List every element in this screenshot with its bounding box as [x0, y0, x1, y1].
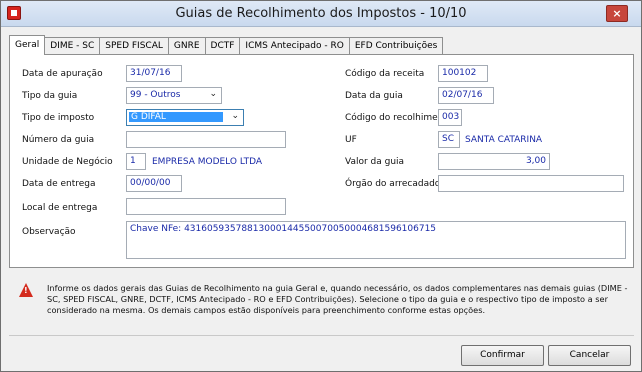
- numero-guia-label: Número da guia: [22, 135, 95, 145]
- tab-gnre[interactable]: GNRE: [167, 37, 206, 55]
- data-guia-label: Data da guia: [345, 91, 403, 101]
- unidade-negocio-name: EMPRESA MODELO LTDA: [152, 157, 263, 167]
- data-entrega-field[interactable]: 00/00/00: [126, 175, 182, 192]
- window-title: Guias de Recolhimento dos Impostos - 10/…: [175, 6, 467, 21]
- codigo-receita-field[interactable]: 100102: [438, 65, 488, 82]
- orgao-arrecadador-label: Órgão do arrecadador: [345, 179, 445, 189]
- uf-label: UF: [345, 135, 357, 145]
- tipo-guia-label: Tipo da guia: [22, 91, 78, 101]
- orgao-arrecadador-field[interactable]: [438, 175, 624, 192]
- unidade-negocio-label: Unidade de Negócio: [22, 157, 113, 167]
- footer-divider: [9, 335, 634, 336]
- tab-bar: Geral DIME - SC SPED FISCAL GNRE DCTF IC…: [9, 35, 444, 55]
- local-entrega-field[interactable]: [126, 198, 286, 215]
- valor-guia-field[interactable]: 3,00: [438, 153, 550, 170]
- valor-guia-label: Valor da guia: [345, 157, 405, 167]
- observacao-label: Observação: [22, 227, 76, 237]
- warning-mark: !: [24, 286, 28, 295]
- codigo-recolhimento-label: Código do recolhimento: [345, 113, 453, 123]
- tab-efd-contribuicoes[interactable]: EFD Contribuições: [348, 37, 444, 55]
- numero-guia-field[interactable]: [126, 131, 286, 148]
- data-guia-field[interactable]: 02/07/16: [438, 87, 494, 104]
- close-button[interactable]: ×: [606, 5, 628, 22]
- chevron-down-icon: ⌄: [231, 111, 239, 121]
- unidade-negocio-code-field[interactable]: 1: [126, 153, 146, 170]
- uf-code-field[interactable]: SC: [438, 131, 460, 148]
- info-box: ! Informe os dados gerais das Guias de R…: [9, 277, 634, 327]
- codigo-recolhimento-field[interactable]: 003: [438, 109, 462, 126]
- info-text: Informe os dados gerais das Guias de Rec…: [47, 283, 628, 315]
- data-apuracao-label: Data de apuração: [22, 69, 103, 79]
- codigo-receita-label: Código da receita: [345, 69, 425, 79]
- data-entrega-label: Data de entrega: [22, 179, 96, 189]
- tab-icms-antecipado-ro[interactable]: ICMS Antecipado - RO: [239, 37, 350, 55]
- confirm-button[interactable]: Confirmar: [461, 345, 544, 366]
- tipo-imposto-label: Tipo de imposto: [22, 113, 95, 123]
- uf-name: SANTA CATARINA: [465, 135, 543, 145]
- observacao-textarea[interactable]: Chave NFe: 43160593578813000144550070050…: [126, 221, 626, 259]
- tipo-guia-value: 99 - Outros: [130, 90, 181, 100]
- local-entrega-label: Local de entrega: [22, 203, 98, 213]
- title-bar: Guias de Recolhimento dos Impostos - 10/…: [1, 1, 641, 27]
- data-apuracao-field[interactable]: 31/07/16: [126, 65, 182, 82]
- tab-geral[interactable]: Geral: [9, 35, 46, 55]
- dialog-window: Guias de Recolhimento dos Impostos - 10/…: [0, 0, 642, 372]
- tab-dime-sc[interactable]: DIME - SC: [44, 37, 101, 55]
- tab-sped-fiscal[interactable]: SPED FISCAL: [99, 37, 169, 55]
- tipo-imposto-select[interactable]: G DIFAL ⌄: [126, 109, 244, 126]
- cancel-button[interactable]: Cancelar: [548, 345, 631, 366]
- chevron-down-icon: ⌄: [209, 89, 217, 99]
- tipo-guia-select[interactable]: 99 - Outros ⌄: [126, 87, 222, 104]
- tipo-imposto-value: G DIFAL: [129, 112, 223, 122]
- tab-dctf[interactable]: DCTF: [204, 37, 241, 55]
- general-panel: Data de apuração 31/07/16 Tipo da guia 9…: [9, 54, 634, 268]
